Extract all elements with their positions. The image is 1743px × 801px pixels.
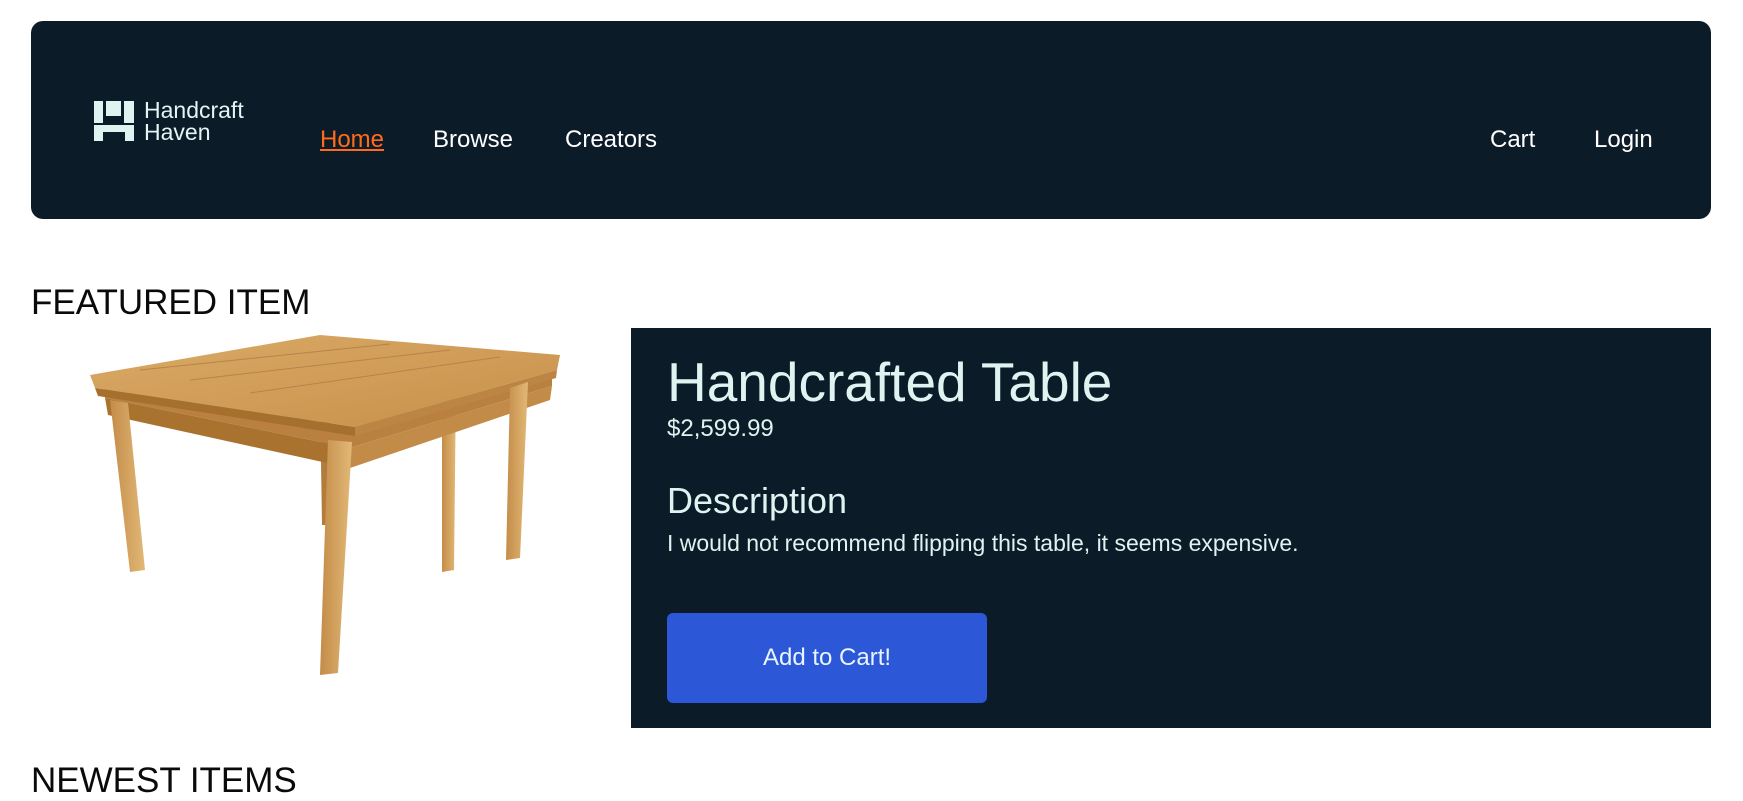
featured-product-panel: Handcrafted Table $2,599.99 Description … (631, 328, 1711, 728)
nav-home-link[interactable]: Home (320, 126, 384, 154)
logo-line-1: Handcraft (144, 97, 244, 123)
logo-text: Handcraft Haven (144, 97, 244, 145)
handcraft-haven-logo-icon (94, 101, 134, 141)
product-price: $2,599.99 (667, 415, 774, 442)
wooden-table-image[interactable] (70, 330, 570, 730)
description-heading: Description (667, 480, 848, 521)
nav-login-link[interactable]: Login (1594, 126, 1653, 154)
add-to-cart-button[interactable]: Add to Cart! (667, 613, 987, 703)
featured-item-heading: FEATURED ITEM (31, 283, 311, 322)
nav-cart-link[interactable]: Cart (1490, 126, 1535, 154)
product-name: Handcrafted Table (667, 351, 1113, 413)
product-description: I would not recommend flipping this tabl… (667, 530, 1299, 556)
nav-browse-link[interactable]: Browse (433, 126, 513, 154)
newest-items-heading: NEWEST ITEMS (31, 761, 297, 800)
logo-line-2: Haven (144, 119, 211, 145)
logo[interactable]: Handcraft Haven (94, 97, 244, 145)
top-navbar: Handcraft Haven Home Browse Creators Car… (31, 21, 1711, 219)
nav-creators-link[interactable]: Creators (565, 126, 657, 154)
